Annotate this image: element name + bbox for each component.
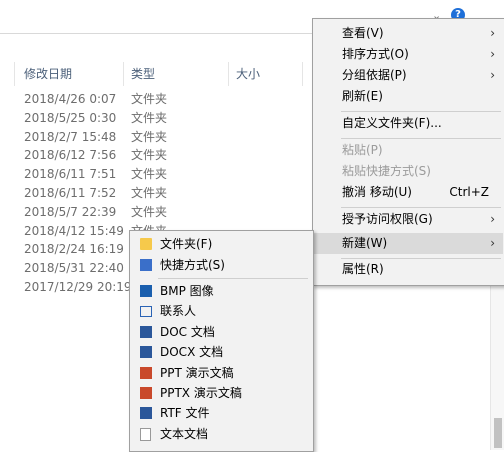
new-submenu: 文件夹(F) 快捷方式(S) BMP 图像 联系人 DOC 文档 DOCX 文档…	[129, 230, 314, 452]
text-file-icon	[140, 428, 151, 441]
menu-item-grant-access[interactable]: 授予访问权限(G) ›	[313, 209, 503, 230]
column-separator[interactable]	[228, 62, 229, 86]
word-doc-icon	[140, 326, 152, 338]
scrollbar-thumb[interactable]	[494, 418, 502, 448]
menu-item-group[interactable]: 分组依据(P) ›	[313, 65, 503, 86]
menu-item-properties[interactable]: 属性(R)	[313, 259, 503, 280]
menu-item-customize-folder[interactable]: 自定义文件夹(F)...	[313, 113, 503, 134]
submenu-item-folder[interactable]: 文件夹(F)	[130, 234, 311, 254]
contact-card-icon	[140, 306, 152, 317]
chevron-right-icon: ›	[490, 47, 495, 61]
image-file-icon	[140, 285, 152, 297]
menu-separator	[341, 138, 501, 139]
powerpoint-x-icon	[140, 387, 152, 399]
submenu-item-bmp[interactable]: BMP 图像	[130, 281, 311, 301]
submenu-item-ppt[interactable]: PPT 演示文稿	[130, 363, 311, 383]
menu-separator	[341, 111, 501, 112]
shortcut-icon	[140, 259, 152, 271]
menu-item-undo-move[interactable]: 撤消 移动(U) Ctrl+Z	[313, 182, 503, 203]
submenu-item-doc[interactable]: DOC 文档	[130, 322, 311, 342]
menu-item-view[interactable]: 查看(V) ›	[313, 23, 503, 44]
powerpoint-icon	[140, 367, 152, 379]
column-separator[interactable]	[14, 62, 15, 86]
chevron-right-icon: ›	[490, 68, 495, 82]
menu-item-paste[interactable]: 粘贴(P)	[313, 140, 503, 161]
menu-separator	[341, 207, 501, 208]
submenu-item-rtf[interactable]: RTF 文件	[130, 403, 311, 423]
submenu-item-txt[interactable]: 文本文档	[130, 424, 311, 444]
menu-separator	[158, 278, 308, 279]
column-header-date[interactable]: 修改日期	[24, 62, 72, 86]
menu-item-new[interactable]: 新建(W) ›	[313, 233, 503, 254]
menu-item-sort[interactable]: 排序方式(O) ›	[313, 44, 503, 65]
column-separator[interactable]	[302, 62, 303, 86]
chevron-right-icon: ›	[490, 236, 495, 250]
submenu-item-docx[interactable]: DOCX 文档	[130, 342, 311, 362]
rtf-file-icon	[140, 407, 152, 419]
column-header-size[interactable]: 大小	[236, 62, 260, 86]
submenu-item-shortcut[interactable]: 快捷方式(S)	[130, 255, 311, 275]
shortcut-hint: Ctrl+Z	[449, 185, 489, 199]
context-menu: 查看(V) › 排序方式(O) › 分组依据(P) › 刷新(E) 自定义文件夹(F)…	[312, 18, 504, 286]
column-separator[interactable]	[123, 62, 124, 86]
menu-item-refresh[interactable]: 刷新(E)	[313, 86, 503, 107]
column-header-type[interactable]: 类型	[131, 62, 155, 86]
folder-icon	[140, 238, 152, 250]
word-docx-icon	[140, 346, 152, 358]
chevron-right-icon: ›	[490, 212, 495, 226]
submenu-item-contact[interactable]: 联系人	[130, 301, 311, 321]
submenu-item-pptx[interactable]: PPTX 演示文稿	[130, 383, 311, 403]
chevron-right-icon: ›	[490, 26, 495, 40]
menu-item-paste-shortcut[interactable]: 粘贴快捷方式(S)	[313, 161, 503, 182]
